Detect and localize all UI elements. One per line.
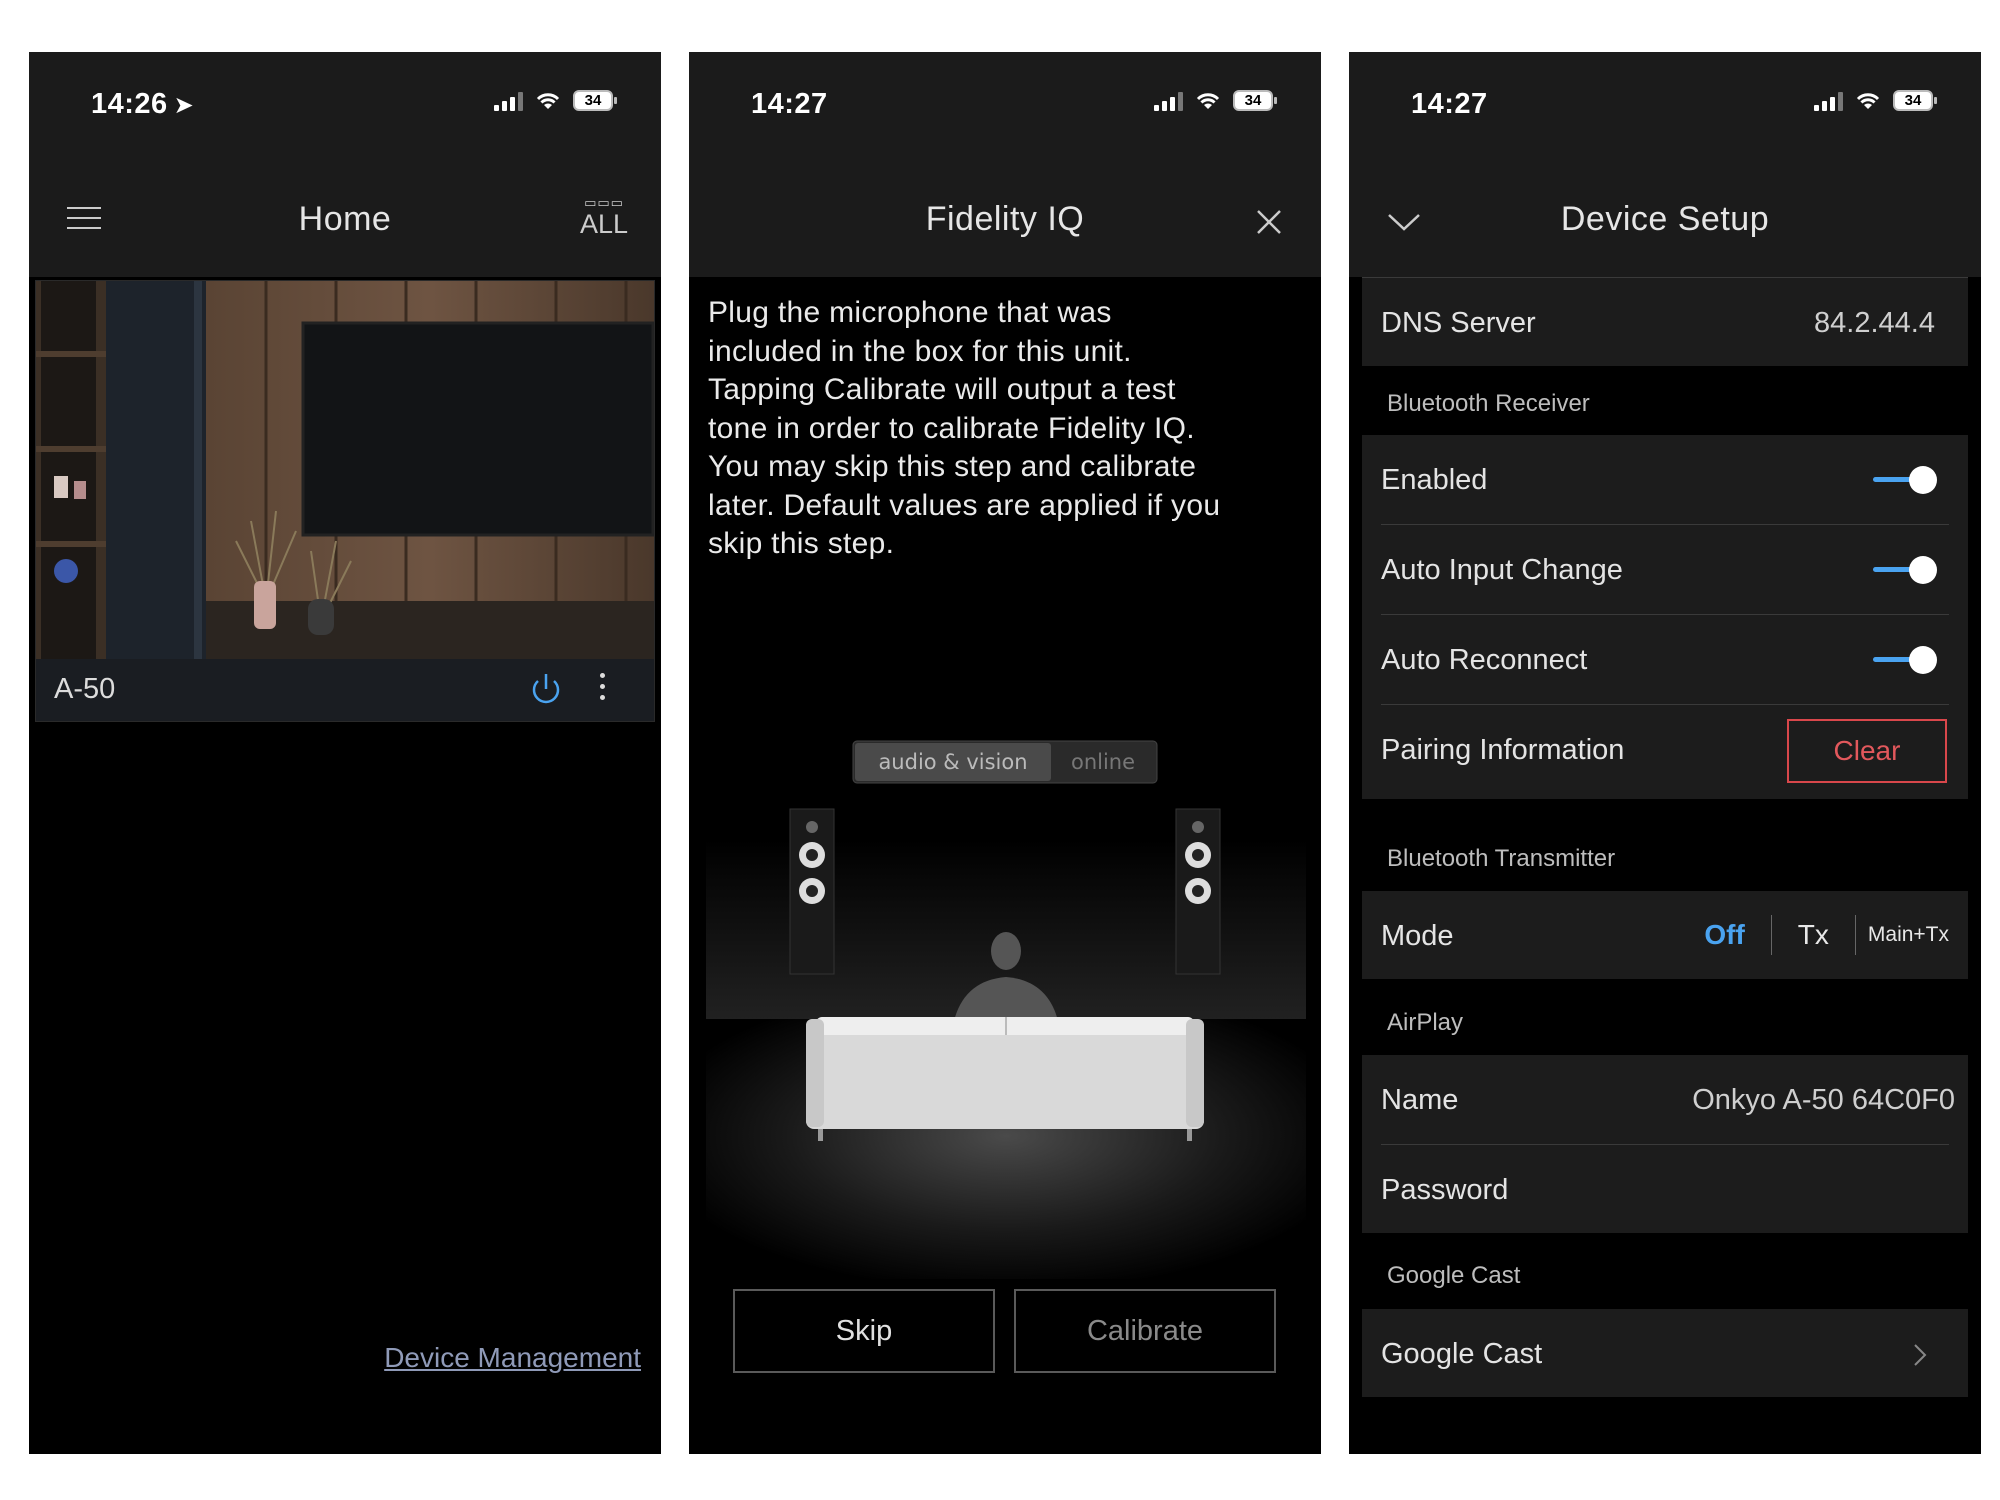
device-card[interactable]: A-50	[35, 280, 655, 722]
fidelity-iq-screen: 14:27 34 Fidelity IQ Plug the microphone…	[689, 52, 1321, 1454]
status-icons: 34	[1154, 90, 1277, 111]
clear-pairing-button[interactable]: Clear	[1787, 719, 1947, 783]
google-cast-row[interactable]: Google Cast	[1381, 1309, 1949, 1397]
enabled-toggle[interactable]	[1873, 466, 1937, 494]
page-title: Device Setup	[1560, 200, 1770, 238]
right-speaker	[1175, 808, 1221, 975]
wifi-icon	[1196, 92, 1220, 109]
mode-selector: Off Tx Main+Tx	[1678, 913, 1949, 957]
auto-reconnect-toggle[interactable]	[1873, 646, 1937, 674]
network-group: DNS Server 84.2.44.4	[1362, 277, 1968, 366]
google-cast-group: Google Cast	[1362, 1309, 1968, 1397]
status-time: 14:27	[1411, 88, 1488, 120]
status-time: 14:27	[751, 88, 828, 120]
calibrate-button[interactable]: Calibrate	[1014, 1289, 1276, 1373]
mode-off-option[interactable]: Off	[1678, 919, 1770, 951]
status-icons: 34	[1814, 90, 1937, 111]
battery-icon: 34	[573, 90, 617, 111]
auto-reconnect-row: Auto Reconnect	[1381, 615, 1949, 705]
watermark-right: online	[1071, 750, 1135, 774]
power-icon[interactable]	[526, 669, 566, 709]
calibration-instructions: Plug the microphone that was included in…	[708, 296, 1221, 560]
device-card-bar: A-50	[36, 659, 654, 721]
listening-room-illustration: audio & vision online	[706, 719, 1306, 1279]
left-speaker	[789, 808, 835, 975]
watermark-left: audio & vision	[878, 750, 1027, 774]
all-zones-button[interactable]: ▭▭▭ ALL	[569, 195, 639, 239]
room-image	[36, 281, 654, 659]
mode-main-tx-option[interactable]: Main+Tx	[1856, 923, 1949, 947]
enabled-row: Enabled	[1381, 435, 1949, 525]
status-bar: 14:27 34	[1349, 52, 1981, 162]
wifi-icon	[1856, 92, 1880, 109]
device-name: A-50	[54, 673, 116, 705]
settings-list: DNS Server 84.2.44.4 Bluetooth Receiver …	[1349, 277, 1981, 1454]
auto-input-change-toggle[interactable]	[1873, 556, 1937, 584]
bluetooth-transmitter-heading: Bluetooth Transmitter	[1387, 845, 1616, 872]
airplay-heading: AirPlay	[1387, 1009, 1464, 1036]
setup-header: Device Setup	[1349, 162, 1981, 277]
bluetooth-receiver-group: Enabled Auto Input Change Auto Reconnect…	[1362, 435, 1968, 799]
signal-icon	[1814, 91, 1843, 111]
chevron-right-icon	[1914, 1344, 1927, 1366]
skip-button[interactable]: Skip	[733, 1289, 995, 1373]
bluetooth-transmitter-group: Mode Off Tx Main+Tx	[1362, 891, 1968, 979]
page-title: Fidelity IQ	[925, 200, 1085, 238]
home-header: Home ▭▭▭ ALL	[29, 162, 661, 277]
sofa	[806, 1017, 1204, 1141]
auto-input-change-row: Auto Input Change	[1381, 525, 1949, 615]
screenshot-collage: 14:26 ➤ 34 Home ▭▭▭ ALL A-50 Device Mana…	[0, 0, 2000, 1500]
fidelity-header: Fidelity IQ	[689, 162, 1321, 277]
status-time: 14:26 ➤	[91, 88, 195, 120]
dns-server-row[interactable]: DNS Server 84.2.44.4	[1381, 278, 1949, 366]
signal-icon	[494, 91, 523, 111]
page-title: Home	[298, 200, 392, 238]
battery-icon: 34	[1893, 90, 1937, 111]
airplay-group: Name Onkyo A-50 64C0F0 Password	[1362, 1055, 1968, 1233]
device-setup-screen: 14:27 34 Device Setup DNS Server 84.2.44…	[1349, 52, 1981, 1454]
signal-icon	[1154, 91, 1183, 111]
more-options-icon[interactable]	[596, 673, 608, 707]
location-arrow-icon: ➤	[173, 92, 195, 119]
devices-icon: ▭▭▭	[584, 195, 624, 210]
bluetooth-receiver-heading: Bluetooth Receiver	[1387, 390, 1590, 417]
mode-tx-option[interactable]: Tx	[1772, 919, 1855, 951]
airplay-password-row[interactable]: Password	[1381, 1145, 1949, 1233]
status-icons: 34	[494, 90, 617, 111]
status-bar: 14:26 ➤ 34	[29, 52, 661, 162]
battery-icon: 34	[1233, 90, 1277, 111]
wifi-icon	[536, 92, 560, 109]
close-icon[interactable]	[1255, 208, 1283, 236]
pairing-information-row: Pairing Information Clear	[1381, 705, 1949, 799]
google-cast-heading: Google Cast	[1387, 1262, 1521, 1289]
status-bar: 14:27 34	[689, 52, 1321, 162]
device-management-link[interactable]: Device Management	[384, 1342, 641, 1374]
home-screen: 14:26 ➤ 34 Home ▭▭▭ ALL A-50 Device Mana…	[29, 52, 661, 1454]
mode-row: Mode Off Tx Main+Tx	[1381, 891, 1949, 979]
airplay-name-row[interactable]: Name Onkyo A-50 64C0F0	[1381, 1055, 1955, 1145]
